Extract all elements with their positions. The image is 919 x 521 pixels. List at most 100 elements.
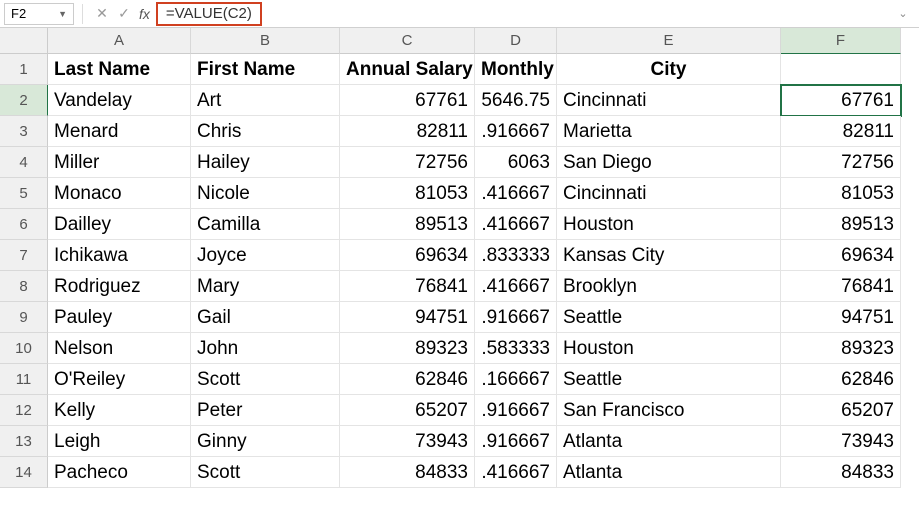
cell-A2[interactable]: Vandelay [48, 85, 191, 116]
row-header-12[interactable]: 12 [0, 395, 48, 426]
cell-D5[interactable]: .416667 [475, 178, 557, 209]
cell-F4[interactable]: 72756 [781, 147, 901, 178]
cell-A7[interactable]: Ichikawa [48, 240, 191, 271]
cell-A12[interactable]: Kelly [48, 395, 191, 426]
row-header-13[interactable]: 13 [0, 426, 48, 457]
select-all-corner[interactable] [0, 28, 48, 54]
cell-F1[interactable] [781, 54, 901, 85]
cell-F10[interactable]: 89323 [781, 333, 901, 364]
cell-A10[interactable]: Nelson [48, 333, 191, 364]
chevron-down-icon[interactable]: ▼ [58, 9, 67, 19]
cell-D14[interactable]: .416667 [475, 457, 557, 488]
cell-E11[interactable]: Seattle [557, 364, 781, 395]
cell-C6[interactable]: 89513 [340, 209, 475, 240]
cell-D10[interactable]: .583333 [475, 333, 557, 364]
name-box[interactable]: F2 ▼ [4, 3, 74, 25]
cell-F3[interactable]: 82811 [781, 116, 901, 147]
cell-A9[interactable]: Pauley [48, 302, 191, 333]
cell-E3[interactable]: Marietta [557, 116, 781, 147]
cell-E14[interactable]: Atlanta [557, 457, 781, 488]
row-header-14[interactable]: 14 [0, 457, 48, 488]
cell-E12[interactable]: San Francisco [557, 395, 781, 426]
cell-A4[interactable]: Miller [48, 147, 191, 178]
row-header-8[interactable]: 8 [0, 271, 48, 302]
cell-E13[interactable]: Atlanta [557, 426, 781, 457]
cell-F8[interactable]: 76841 [781, 271, 901, 302]
cell-D8[interactable]: .416667 [475, 271, 557, 302]
cell-C5[interactable]: 81053 [340, 178, 475, 209]
cell-F14[interactable]: 84833 [781, 457, 901, 488]
cell-A11[interactable]: O'Reiley [48, 364, 191, 395]
cell-C12[interactable]: 65207 [340, 395, 475, 426]
cell-C7[interactable]: 69634 [340, 240, 475, 271]
cell-B9[interactable]: Gail [191, 302, 340, 333]
col-header-A[interactable]: A [48, 28, 191, 54]
cell-B3[interactable]: Chris [191, 116, 340, 147]
col-header-B[interactable]: B [191, 28, 340, 54]
cell-C14[interactable]: 84833 [340, 457, 475, 488]
cell-D4[interactable]: 6063 [475, 147, 557, 178]
cell-B6[interactable]: Camilla [191, 209, 340, 240]
cell-F12[interactable]: 65207 [781, 395, 901, 426]
cell-C1[interactable]: Annual Salary [340, 54, 475, 85]
cell-B11[interactable]: Scott [191, 364, 340, 395]
cell-D1[interactable]: Monthly [475, 54, 557, 85]
cell-C9[interactable]: 94751 [340, 302, 475, 333]
cell-A3[interactable]: Menard [48, 116, 191, 147]
row-header-3[interactable]: 3 [0, 116, 48, 147]
col-header-C[interactable]: C [340, 28, 475, 54]
row-header-11[interactable]: 11 [0, 364, 48, 395]
cell-B12[interactable]: Peter [191, 395, 340, 426]
cell-D6[interactable]: .416667 [475, 209, 557, 240]
cell-B2[interactable]: Art [191, 85, 340, 116]
confirm-icon[interactable]: ✓ [115, 5, 133, 22]
cell-F13[interactable]: 73943 [781, 426, 901, 457]
cell-B7[interactable]: Joyce [191, 240, 340, 271]
cell-B13[interactable]: Ginny [191, 426, 340, 457]
row-header-10[interactable]: 10 [0, 333, 48, 364]
spreadsheet-grid[interactable]: 1Last NameFirst NameAnnual SalaryMonthly… [0, 54, 919, 488]
row-header-6[interactable]: 6 [0, 209, 48, 240]
cell-E1[interactable]: City [557, 54, 781, 85]
cell-C2[interactable]: 67761 [340, 85, 475, 116]
cell-E6[interactable]: Houston [557, 209, 781, 240]
cell-E7[interactable]: Kansas City [557, 240, 781, 271]
cell-D11[interactable]: .166667 [475, 364, 557, 395]
cell-B8[interactable]: Mary [191, 271, 340, 302]
row-header-4[interactable]: 4 [0, 147, 48, 178]
cell-D7[interactable]: .833333 [475, 240, 557, 271]
expand-formula-icon[interactable]: ⌄ [895, 7, 911, 20]
cell-D2[interactable]: 5646.75 [475, 85, 557, 116]
cell-B10[interactable]: John [191, 333, 340, 364]
cell-B1[interactable]: First Name [191, 54, 340, 85]
cell-B5[interactable]: Nicole [191, 178, 340, 209]
cell-A1[interactable]: Last Name [48, 54, 191, 85]
cell-E5[interactable]: Cincinnati [557, 178, 781, 209]
cell-C3[interactable]: 82811 [340, 116, 475, 147]
col-header-E[interactable]: E [557, 28, 781, 54]
cell-D3[interactable]: .916667 [475, 116, 557, 147]
cell-E2[interactable]: Cincinnati [557, 85, 781, 116]
cell-F9[interactable]: 94751 [781, 302, 901, 333]
cell-F6[interactable]: 89513 [781, 209, 901, 240]
cell-B4[interactable]: Hailey [191, 147, 340, 178]
cell-D13[interactable]: .916667 [475, 426, 557, 457]
cell-A5[interactable]: Monaco [48, 178, 191, 209]
cell-C8[interactable]: 76841 [340, 271, 475, 302]
cell-A6[interactable]: Dailley [48, 209, 191, 240]
cell-B14[interactable]: Scott [191, 457, 340, 488]
cell-F2[interactable]: 67761 [781, 85, 901, 116]
cell-D12[interactable]: .916667 [475, 395, 557, 426]
row-header-7[interactable]: 7 [0, 240, 48, 271]
fx-icon[interactable]: fx [139, 6, 150, 22]
cell-F5[interactable]: 81053 [781, 178, 901, 209]
cell-D9[interactable]: .916667 [475, 302, 557, 333]
cell-E8[interactable]: Brooklyn [557, 271, 781, 302]
cell-F11[interactable]: 62846 [781, 364, 901, 395]
cell-E9[interactable]: Seattle [557, 302, 781, 333]
cell-C13[interactable]: 73943 [340, 426, 475, 457]
col-header-D[interactable]: D [475, 28, 557, 54]
row-header-9[interactable]: 9 [0, 302, 48, 333]
cell-A8[interactable]: Rodriguez [48, 271, 191, 302]
row-header-1[interactable]: 1 [0, 54, 48, 85]
